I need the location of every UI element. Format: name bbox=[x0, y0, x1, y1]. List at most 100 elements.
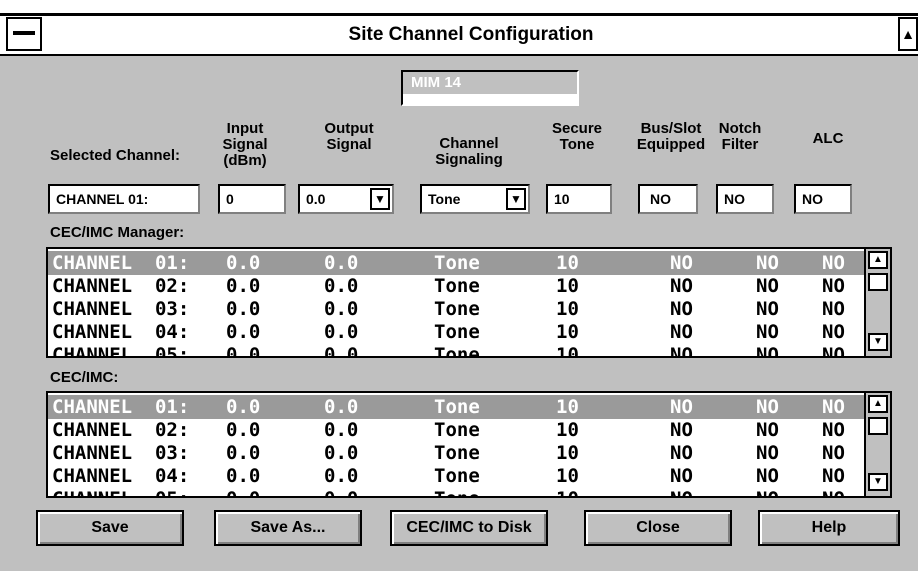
cell-notch: NO bbox=[756, 252, 779, 274]
scroll-down-icon[interactable]: ▼ bbox=[868, 473, 888, 491]
chevron-down-icon[interactable]: ▼ bbox=[370, 188, 390, 210]
cell-bus: NO bbox=[670, 252, 693, 274]
cell-ch: CHANNEL 01: bbox=[52, 396, 190, 418]
cell-in: 0.0 bbox=[226, 344, 261, 358]
scroll-up-icon[interactable]: ▲ bbox=[868, 395, 888, 413]
cell-sig: Tone bbox=[434, 465, 480, 487]
cecimc-to-disk-button[interactable]: CEC/IMC to Disk bbox=[390, 510, 548, 546]
cell-notch: NO bbox=[756, 275, 779, 297]
secure-tone-field[interactable]: 10 bbox=[546, 184, 612, 214]
list-item[interactable]: CHANNEL 04: 0.0 0.0 Tone 10 NO NO NO bbox=[48, 320, 864, 344]
cell-out: 0.0 bbox=[324, 344, 359, 358]
cell-notch: NO bbox=[756, 298, 779, 320]
cell-tone: 10 bbox=[556, 321, 579, 343]
chevron-down-icon[interactable]: ▼ bbox=[506, 188, 526, 210]
close-button[interactable]: Close bbox=[584, 510, 732, 546]
cell-in: 0.0 bbox=[226, 321, 261, 343]
alc-header: ALC bbox=[812, 130, 844, 147]
manager-list[interactable]: CHANNEL 01: 0.0 0.0 Tone 10 NO NO NO CHANNEL 02:… bbox=[46, 247, 892, 358]
cell-in: 0.0 bbox=[226, 487, 260, 496]
maximize-button[interactable]: ▲ bbox=[898, 17, 918, 51]
cell-notch: NO bbox=[756, 344, 779, 358]
cell-tone: 10 bbox=[556, 252, 579, 274]
cell-ch: CHANNEL 05: bbox=[52, 344, 190, 358]
minus-icon bbox=[13, 31, 35, 35]
selected-channel-field[interactable]: CHANNEL 01: bbox=[48, 184, 200, 214]
cell-ch: CHANNEL 03: bbox=[52, 442, 190, 464]
cell-ch: CHANNEL 02: bbox=[52, 419, 190, 441]
cell-alc: NO bbox=[822, 396, 845, 418]
cell-in: 0.0 bbox=[226, 465, 261, 487]
cell-in: 0.0 bbox=[226, 298, 261, 320]
cecimc-list[interactable]: CHANNEL 01: 0.0 0.0 Tone 10 NO NO NO CHANNEL 02:… bbox=[46, 391, 892, 498]
cell-alc: NO bbox=[822, 487, 845, 496]
list-item[interactable]: CHANNEL 04: 0.0 0.0 Tone 10 NO NO NO bbox=[48, 464, 864, 488]
save-button[interactable]: Save bbox=[36, 510, 184, 546]
channel-signaling-select[interactable]: Tone ▼ bbox=[420, 184, 530, 214]
cell-out: 0.0 bbox=[324, 298, 359, 320]
cell-sig: Tone bbox=[434, 321, 480, 343]
cell-ch: CHANNEL 02: bbox=[52, 275, 190, 297]
cell-out: 0.0 bbox=[324, 321, 359, 343]
list-item[interactable]: CHANNEL 05: 0.0 0.0 Tone 10 NO NO NO bbox=[48, 343, 864, 358]
window-title: Site Channel Configuration bbox=[348, 24, 594, 45]
cell-bus: NO bbox=[670, 396, 693, 418]
list-item[interactable]: CHANNEL 02: 0.0 0.0 Tone 10 NO NO NO bbox=[48, 418, 864, 442]
cecimc-label: CEC/IMC: bbox=[50, 369, 119, 386]
cell-alc: NO bbox=[822, 275, 845, 297]
cell-sig: Tone bbox=[434, 442, 480, 464]
list-item[interactable]: CHANNEL 01: 0.0 0.0 Tone 10 NO NO NO bbox=[48, 251, 864, 275]
alc-field[interactable]: NO bbox=[794, 184, 852, 214]
list-item[interactable]: CHANNEL 03: 0.0 0.0 Tone 10 NO NO NO bbox=[48, 297, 864, 321]
list-item[interactable]: CHANNEL 02: 0.0 0.0 Tone 10 NO NO NO bbox=[48, 274, 864, 298]
cell-in: 0.0 bbox=[226, 419, 261, 441]
list-item[interactable]: CHANNEL 05: 0.0 0.0 Tone 10 NO NO NO bbox=[48, 487, 864, 496]
cell-bus: NO bbox=[670, 298, 693, 320]
cell-alc: NO bbox=[822, 321, 845, 343]
scroll-down-icon[interactable]: ▼ bbox=[868, 333, 888, 351]
cell-sig: Tone bbox=[434, 487, 480, 496]
cell-sig: Tone bbox=[434, 298, 480, 320]
cell-out: 0.0 bbox=[324, 275, 359, 297]
cell-bus: NO bbox=[670, 487, 693, 496]
cell-bus: NO bbox=[670, 465, 693, 487]
cell-ch: CHANNEL 04: bbox=[52, 465, 190, 487]
cell-notch: NO bbox=[756, 419, 779, 441]
scroll-thumb[interactable] bbox=[868, 273, 888, 291]
cell-bus: NO bbox=[670, 275, 693, 297]
cell-notch: NO bbox=[756, 396, 779, 418]
notch-filter-header: Notch Filter bbox=[718, 120, 762, 153]
output-signal-value: 0.0 bbox=[306, 191, 326, 207]
cell-sig: Tone bbox=[434, 344, 480, 358]
channel-signaling-value: Tone bbox=[428, 191, 461, 207]
cell-notch: NO bbox=[756, 442, 779, 464]
scroll-up-icon[interactable]: ▲ bbox=[868, 251, 888, 269]
manager-scrollbar[interactable]: ▲ ▼ bbox=[864, 249, 890, 356]
cell-alc: NO bbox=[822, 465, 845, 487]
cell-alc: NO bbox=[822, 344, 845, 358]
output-signal-header: Output Signal bbox=[324, 120, 374, 153]
list-item[interactable]: CHANNEL 03: 0.0 0.0 Tone 10 NO NO NO bbox=[48, 441, 864, 465]
cell-bus: NO bbox=[670, 419, 693, 441]
cecimc-scrollbar[interactable]: ▲ ▼ bbox=[864, 393, 890, 496]
notch-filter-field[interactable]: NO bbox=[716, 184, 774, 214]
input-signal-field[interactable]: 0 bbox=[218, 184, 286, 214]
cell-sig: Tone bbox=[434, 252, 480, 274]
bus-slot-header: Bus/Slot Equipped bbox=[636, 120, 706, 153]
cell-in: 0.0 bbox=[226, 252, 261, 274]
help-button[interactable]: Help bbox=[758, 510, 900, 546]
cell-sig: Tone bbox=[434, 419, 480, 441]
channel-signaling-header: Channel Signaling bbox=[435, 135, 503, 168]
bus-slot-field[interactable]: NO bbox=[638, 184, 698, 214]
output-signal-select[interactable]: 0.0 ▼ bbox=[298, 184, 394, 214]
list-item[interactable]: CHANNEL 01: 0.0 0.0 Tone 10 NO NO NO bbox=[48, 395, 864, 419]
cell-ch: CHANNEL 05: bbox=[52, 487, 189, 496]
selected-channel-label: Selected Channel: bbox=[50, 147, 181, 164]
cell-alc: NO bbox=[822, 252, 845, 274]
mim-value: MIM 14 bbox=[411, 74, 462, 91]
save-as-button[interactable]: Save As... bbox=[214, 510, 362, 546]
scroll-thumb[interactable] bbox=[868, 417, 888, 435]
cell-alc: NO bbox=[822, 442, 845, 464]
cell-bus: NO bbox=[670, 321, 693, 343]
cell-tone: 10 bbox=[556, 396, 579, 418]
